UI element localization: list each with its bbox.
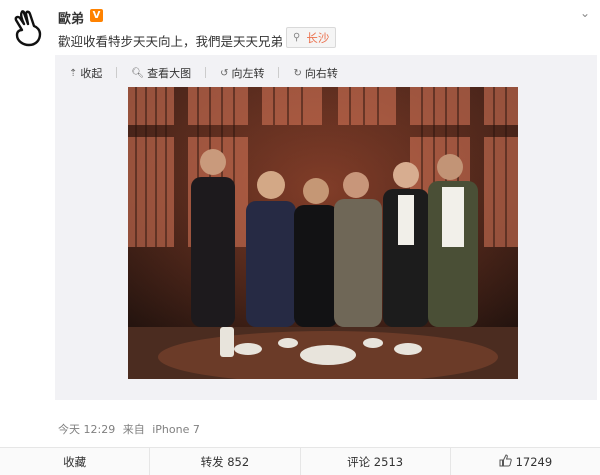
location-tag[interactable]: ⚲ 长沙 [286, 27, 337, 48]
repost-button[interactable]: 转发 852 [150, 448, 301, 475]
magnifier-icon: 🔍︎ [131, 67, 145, 79]
location-label: 长沙 [306, 30, 330, 45]
source-label: 来自 [122, 423, 145, 436]
rotate-right-label: 向右转 [304, 67, 338, 80]
rotate-left-button[interactable]: ↺ 向左转 [220, 65, 264, 81]
media-viewer: ⇡ 收起 🔍︎ 查看大图 ↺ 向左转 ↻ 向右转 [55, 55, 597, 400]
post-time[interactable]: 今天 12:29 [58, 423, 115, 436]
rotate-left-label: 向左转 [231, 67, 265, 80]
collapse-arrow-icon: ⇡ [69, 67, 78, 79]
username[interactable]: 歐弟 [58, 8, 84, 27]
rotate-right-button[interactable]: ↻ 向右转 [293, 65, 337, 81]
media-toolbar: ⇡ 收起 🔍︎ 查看大图 ↺ 向左转 ↻ 向右转 [69, 65, 338, 81]
divider [116, 67, 118, 78]
collapse-label: 收起 [80, 67, 103, 80]
favorite-label: 收藏 [63, 454, 87, 469]
source-device[interactable]: iPhone 7 [152, 423, 200, 436]
divider [205, 67, 207, 78]
comment-button[interactable]: 评论 2513 [301, 448, 451, 475]
like-button[interactable]: 17249 [451, 448, 600, 475]
post-text: 歡迎收看特步天天向上，我們是天天兄弟 [58, 34, 284, 49]
rotate-left-icon: ↺ [220, 67, 229, 79]
location-pin-icon: ⚲ [293, 32, 301, 43]
post-meta: 今天 12:29 来自 iPhone 7 [58, 421, 204, 437]
collapse-button[interactable]: ⇡ 收起 [69, 65, 102, 81]
chevron-down-icon[interactable]: ⌄ [580, 6, 590, 20]
verified-badge-icon: V [90, 9, 103, 22]
rotate-right-icon: ↻ [293, 67, 302, 79]
comment-label: 评论 2513 [347, 454, 404, 469]
view-large-label: 查看大图 [147, 67, 192, 80]
post-photo[interactable] [128, 87, 518, 379]
view-large-button[interactable]: 🔍︎ 查看大图 [131, 65, 191, 81]
divider [278, 67, 280, 78]
action-bar: 收藏 转发 852 评论 2513 17249 [0, 447, 600, 475]
thumbs-up-icon [499, 453, 512, 470]
like-count: 17249 [515, 454, 553, 469]
favorite-button[interactable]: 收藏 [0, 448, 151, 475]
avatar[interactable] [10, 8, 46, 48]
repost-label: 转发 852 [200, 454, 250, 469]
